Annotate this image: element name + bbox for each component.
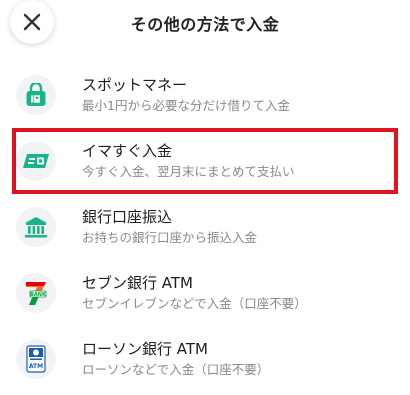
method-description: 最小1円から必要な分だけ借りて入金 bbox=[82, 98, 290, 113]
method-description: セブンイレブンなどで入金（口座不要） bbox=[82, 296, 307, 311]
method-texts: セブン銀行 ATM セブンイレブンなどで入金（口座不要） bbox=[82, 273, 307, 313]
seven-bank-logo: BANK bbox=[16, 273, 56, 313]
method-imasugu-deposit[interactable]: イマすぐ入金 今すぐ入金、翌月末にまとめて支払い bbox=[12, 128, 398, 194]
header: その他の方法で入金 bbox=[0, 0, 410, 46]
instant-card-icon bbox=[16, 141, 56, 181]
lawson-bank-logo: ATM bbox=[16, 339, 56, 379]
method-title: イマすぐ入金 bbox=[82, 142, 173, 160]
method-texts: 銀行口座振込 お持ちの銀行口座から振込入金 bbox=[82, 207, 257, 247]
svg-text:ATM: ATM bbox=[29, 363, 43, 370]
method-title: セブン銀行 ATM bbox=[82, 274, 193, 292]
method-bank-transfer[interactable]: 銀行口座振込 お持ちの銀行口座から振込入金 bbox=[0, 194, 410, 260]
locker-icon bbox=[16, 75, 56, 115]
method-title: ローソン銀行 ATM bbox=[82, 340, 208, 358]
deposit-methods-screen: その他の方法で入金 スポットマネー 最小1円から必要な分だけ借りて入金 イマすぐ… bbox=[0, 0, 410, 395]
method-title: スポットマネー bbox=[82, 76, 188, 94]
deposit-method-list: スポットマネー 最小1円から必要な分だけ借りて入金 イマすぐ入金 今すぐ入金、翌… bbox=[0, 62, 410, 392]
method-texts: イマすぐ入金 今すぐ入金、翌月末にまとめて支払い bbox=[82, 141, 295, 181]
method-description: ローソンなどで入金（口座不要） bbox=[82, 362, 270, 377]
bank-icon bbox=[16, 207, 56, 247]
method-seven-bank-atm[interactable]: BANK セブン銀行 ATM セブンイレブンなどで入金（口座不要） bbox=[0, 260, 410, 326]
method-spot-money[interactable]: スポットマネー 最小1円から必要な分だけ借りて入金 bbox=[0, 62, 410, 128]
page-title: その他の方法で入金 bbox=[130, 15, 280, 34]
method-lawson-bank-atm[interactable]: ATM ローソン銀行 ATM ローソンなどで入金（口座不要） bbox=[0, 326, 410, 392]
method-texts: ローソン銀行 ATM ローソンなどで入金（口座不要） bbox=[82, 339, 269, 379]
method-title: 銀行口座振込 bbox=[82, 208, 173, 226]
method-description: お持ちの銀行口座から振込入金 bbox=[82, 230, 258, 245]
method-description: 今すぐ入金、翌月末にまとめて支払い bbox=[82, 164, 295, 179]
method-texts: スポットマネー 最小1円から必要な分だけ借りて入金 bbox=[82, 75, 290, 115]
svg-text:BANK: BANK bbox=[30, 292, 47, 298]
